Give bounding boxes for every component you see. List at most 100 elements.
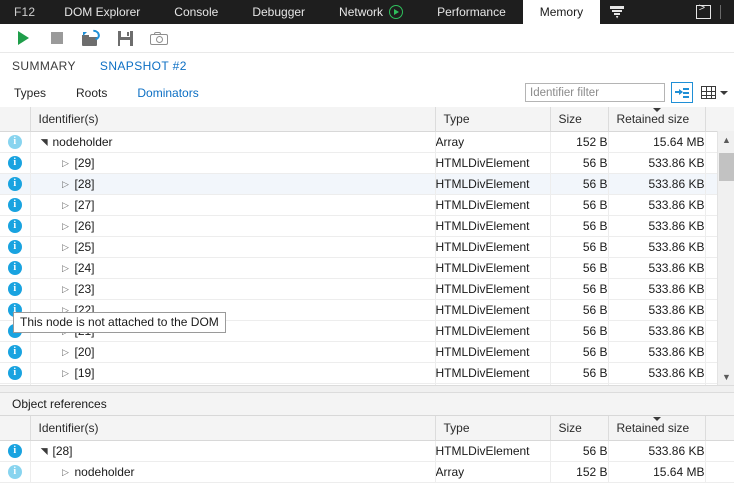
info-icon[interactable]: i [7, 260, 22, 275]
col-type[interactable]: Type [435, 107, 551, 132]
tab-console[interactable]: Console [157, 0, 235, 24]
info-icon[interactable]: i [7, 134, 22, 149]
retained-size-cell: 533.86 KB [608, 152, 706, 174]
col-identifier[interactable]: Identifier(s) [30, 107, 436, 132]
row-info-cell: i [0, 341, 31, 363]
table-row[interactable]: i ▷ [26] HTMLDivElement 56 B 533.86 KB [0, 215, 734, 237]
network-play-icon[interactable] [389, 5, 404, 19]
columns-chooser-button[interactable] [701, 86, 728, 99]
start-profiling-button[interactable] [6, 25, 40, 51]
tab-types[interactable]: Types [14, 86, 46, 100]
funnel-icon[interactable] [600, 0, 634, 24]
expand-triangle-icon[interactable]: ▷ [61, 347, 71, 358]
tab-dom-explorer[interactable]: DOM Explorer [47, 0, 157, 24]
retained-size-cell: 15.64 MB [608, 461, 706, 483]
save-snapshot-button[interactable] [108, 25, 142, 51]
identifier-cell: ▷[18] [30, 383, 436, 385]
profiler-toolbar [0, 24, 734, 53]
table-row[interactable]: i ▷ [20] HTMLDivElement 56 B 533.86 KB [0, 341, 734, 363]
identifier-label: [28] [52, 443, 73, 458]
info-icon[interactable]: i [7, 443, 22, 458]
type-cell: HTMLDivElement [435, 152, 551, 174]
collapse-triangle-icon[interactable]: ◢ [38, 137, 49, 147]
open-snapshot-button[interactable] [74, 25, 108, 51]
expand-triangle-icon[interactable]: ▷ [61, 467, 71, 478]
info-icon[interactable]: i [7, 281, 22, 296]
object-references-body: i ◢ [28] HTMLDivElement 56 B 533.86 KB i ▷ nodeh… [0, 440, 734, 483]
identifier-label: [19] [74, 365, 95, 380]
filter-settings-button[interactable] [671, 82, 693, 103]
identifier-cell: ▷ [26] [30, 215, 436, 237]
info-icon[interactable]: i [7, 197, 22, 212]
expand-triangle-icon[interactable]: ▷ [61, 284, 71, 295]
expand-triangle-icon[interactable]: ▷ [61, 242, 71, 253]
info-icon[interactable]: i [7, 239, 22, 254]
size-cell: 56 B [550, 341, 609, 363]
play-icon [17, 31, 29, 45]
tab-memory[interactable]: Memory [522, 0, 601, 24]
table-row[interactable]: i ◢ nodeholder Array 152 B 15.64 MB [0, 131, 734, 153]
table-row[interactable]: i ▷ [28] HTMLDivElement 56 B 533.86 KB [0, 173, 734, 195]
expand-triangle-icon[interactable]: ▷ [61, 200, 71, 211]
pane-splitter[interactable] [0, 385, 734, 393]
identifier-label: [26] [74, 218, 95, 233]
ref-col-size[interactable]: Size [550, 416, 609, 441]
subtab-summary[interactable]: SUMMARY [12, 59, 76, 73]
retained-size-cell: 533.86 KB [608, 320, 706, 342]
table-row[interactable]: i ▷ [19] HTMLDivElement 56 B 533.86 KB [0, 362, 734, 384]
take-snapshot-button[interactable] [142, 25, 176, 51]
expand-triangle-icon[interactable]: ▷ [61, 179, 71, 190]
open-folder-refresh-icon [82, 27, 102, 46]
retained-size-cell: 533.86 KB [608, 341, 706, 363]
info-icon[interactable]: i [7, 155, 22, 170]
tab-network[interactable]: Network [322, 0, 420, 24]
ref-col-type[interactable]: Type [435, 416, 551, 441]
size-cell: 152 B [550, 131, 609, 153]
retained-size-cell: 533.86 KB [608, 383, 706, 385]
info-icon[interactable]: i [7, 464, 22, 479]
scroll-down-arrow[interactable]: ▼ [718, 368, 734, 385]
tabbar-tools: ? [600, 0, 734, 24]
chevron-down-icon [720, 90, 728, 95]
vertical-scrollbar[interactable]: ▲ ▼ [717, 131, 734, 385]
subtab-snapshot-2[interactable]: SNAPSHOT #2 [100, 59, 187, 73]
console-prompt-icon[interactable] [686, 0, 720, 24]
stop-profiling-button[interactable] [40, 25, 74, 51]
table-row[interactable]: i ▷ [27] HTMLDivElement 56 B 533.86 KB [0, 194, 734, 216]
col-retained-size[interactable]: Retained size [608, 107, 706, 132]
row-info-cell: i [0, 257, 31, 279]
tab-debugger[interactable]: Debugger [235, 0, 322, 24]
expand-triangle-icon[interactable]: ▷ [61, 368, 71, 379]
info-icon[interactable]: i [7, 344, 22, 359]
tab-dominators[interactable]: Dominators [137, 86, 198, 100]
retained-size-cell: 533.86 KB [608, 362, 706, 384]
table-row[interactable]: i▷[18]HTMLDivElement56 B533.86 KB [0, 383, 734, 385]
dominators-pane: Identifier(s) Type Size Retained size i ◢… [0, 107, 734, 385]
expand-triangle-icon[interactable]: ▷ [61, 263, 71, 274]
table-row[interactable]: i ▷ [23] HTMLDivElement 56 B 533.86 KB [0, 278, 734, 300]
help-icon[interactable]: ? [721, 0, 734, 24]
tab-performance[interactable]: Performance [420, 0, 523, 24]
object-references-table: Identifier(s) Type Size Retained size i ◢… [0, 416, 734, 483]
identifier-filter-input[interactable] [525, 83, 665, 102]
expand-triangle-icon[interactable]: ▷ [61, 221, 71, 232]
table-row[interactable]: i ▷ nodeholder Array 152 B 15.64 MB [0, 461, 734, 483]
scroll-up-arrow[interactable]: ▲ [718, 131, 734, 148]
table-row[interactable]: i ▷ [29] HTMLDivElement 56 B 533.86 KB [0, 152, 734, 174]
ref-col-identifier[interactable]: Identifier(s) [30, 416, 436, 441]
col-size[interactable]: Size [550, 107, 609, 132]
identifier-cell: ▷ nodeholder [30, 461, 436, 483]
identifier-cell: ◢ nodeholder [30, 131, 436, 153]
row-info-cell: i [0, 152, 31, 174]
tab-roots[interactable]: Roots [76, 86, 107, 100]
table-row[interactable]: i ◢ [28] HTMLDivElement 56 B 533.86 KB [0, 440, 734, 462]
table-row[interactable]: i ▷ [24] HTMLDivElement 56 B 533.86 KB [0, 257, 734, 279]
ref-col-retained-size[interactable]: Retained size [608, 416, 706, 441]
scrollbar-thumb[interactable] [719, 153, 734, 181]
collapse-triangle-icon[interactable]: ◢ [38, 446, 49, 456]
info-icon[interactable]: i [7, 218, 22, 233]
expand-triangle-icon[interactable]: ▷ [61, 158, 71, 169]
table-row[interactable]: i ▷ [25] HTMLDivElement 56 B 533.86 KB [0, 236, 734, 258]
info-icon[interactable]: i [7, 176, 22, 191]
info-icon[interactable]: i [7, 365, 22, 380]
